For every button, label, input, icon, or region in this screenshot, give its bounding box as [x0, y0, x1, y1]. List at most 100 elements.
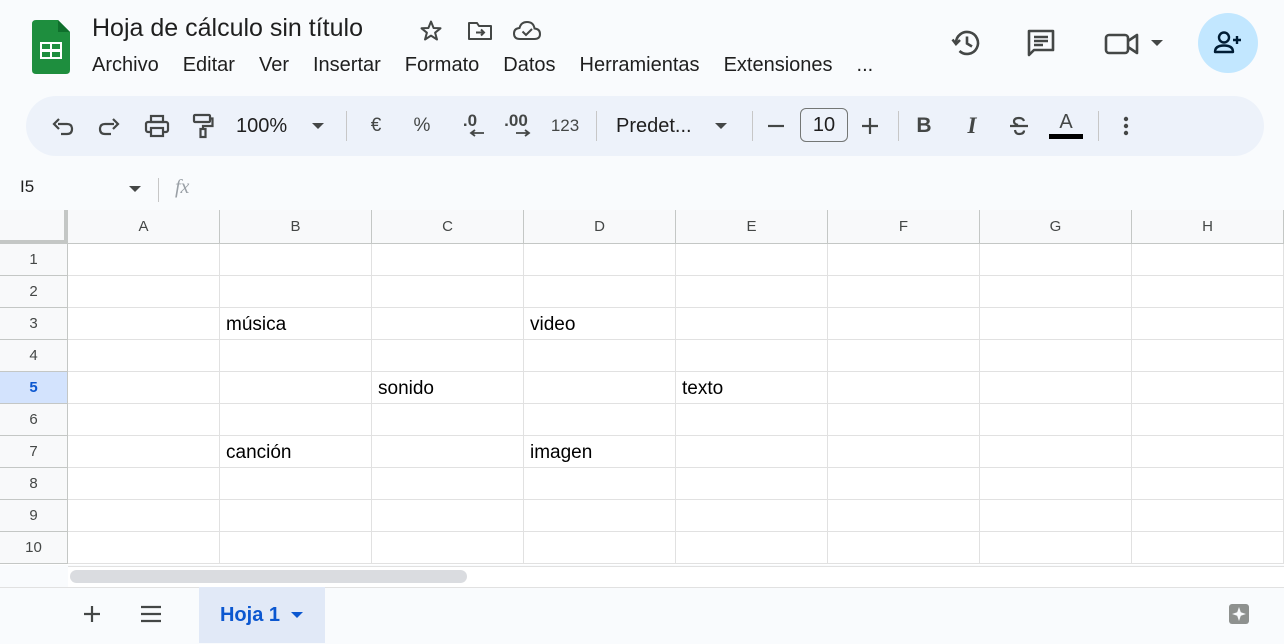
cell-e9[interactable] — [676, 500, 828, 532]
cell-b7[interactable]: canción — [220, 436, 372, 468]
font-size-input[interactable]: 10 — [800, 108, 848, 142]
cell-f8[interactable] — [828, 468, 980, 500]
menu-ver[interactable]: Ver — [259, 54, 289, 80]
cell-e2[interactable] — [676, 276, 828, 308]
cell-b9[interactable] — [220, 500, 372, 532]
cell-d1[interactable] — [524, 244, 676, 276]
menu-more[interactable]: ... — [857, 54, 874, 80]
cell-b6[interactable] — [220, 404, 372, 436]
cell-g8[interactable] — [980, 468, 1132, 500]
cell-c2[interactable] — [372, 276, 524, 308]
increase-decimal-button[interactable]: .00 — [498, 96, 534, 156]
cell-g2[interactable] — [980, 276, 1132, 308]
column-header-d[interactable]: D — [524, 210, 676, 244]
cell-e4[interactable] — [676, 340, 828, 372]
cell-f2[interactable] — [828, 276, 980, 308]
cell-d6[interactable] — [524, 404, 676, 436]
cell-b2[interactable] — [220, 276, 372, 308]
cell-d7[interactable]: imagen — [524, 436, 676, 468]
menu-herramientas[interactable]: Herramientas — [580, 54, 700, 80]
column-header-a[interactable]: A — [68, 210, 220, 244]
star-icon[interactable] — [418, 18, 444, 44]
row-header-8[interactable]: 8 — [0, 468, 68, 500]
cell-d3[interactable]: video — [524, 308, 676, 340]
strikethrough-icon[interactable] — [1004, 96, 1034, 156]
cell-g9[interactable] — [980, 500, 1132, 532]
column-header-h[interactable]: H — [1132, 210, 1284, 244]
cell-e5[interactable]: texto — [676, 372, 828, 404]
cell-c7[interactable] — [372, 436, 524, 468]
font-size-decrease-button[interactable] — [762, 96, 790, 156]
decrease-decimal-button[interactable]: .0 — [452, 96, 488, 156]
redo-icon[interactable] — [94, 96, 124, 156]
name-box-dropdown-icon[interactable] — [128, 184, 142, 194]
row-header-4[interactable]: 4 — [0, 340, 68, 372]
cell-a10[interactable] — [68, 532, 220, 564]
print-icon[interactable] — [142, 96, 172, 156]
cell-b4[interactable] — [220, 340, 372, 372]
currency-format-button[interactable]: € — [362, 96, 390, 156]
row-header-9[interactable]: 9 — [0, 500, 68, 532]
zoom-select[interactable]: 100% — [236, 96, 336, 156]
italic-button[interactable]: I — [958, 96, 986, 156]
cell-f7[interactable] — [828, 436, 980, 468]
column-header-b[interactable]: B — [220, 210, 372, 244]
select-all-corner[interactable] — [0, 210, 68, 244]
more-formats-button[interactable]: 123 — [546, 96, 584, 156]
cell-h3[interactable] — [1132, 308, 1284, 340]
name-box[interactable]: I5 — [20, 177, 34, 197]
font-size-increase-button[interactable] — [856, 96, 884, 156]
menu-extensiones[interactable]: Extensiones — [724, 54, 833, 80]
bold-button[interactable]: B — [910, 96, 938, 156]
row-header-6[interactable]: 6 — [0, 404, 68, 436]
cell-h4[interactable] — [1132, 340, 1284, 372]
cell-c8[interactable] — [372, 468, 524, 500]
cell-h6[interactable] — [1132, 404, 1284, 436]
cell-f4[interactable] — [828, 340, 980, 372]
meet-video-icon[interactable] — [1102, 28, 1142, 60]
cell-h8[interactable] — [1132, 468, 1284, 500]
cell-d9[interactable] — [524, 500, 676, 532]
cell-d2[interactable] — [524, 276, 676, 308]
all-sheets-menu-icon[interactable] — [138, 602, 164, 626]
paint-format-icon[interactable] — [188, 96, 218, 156]
explore-icon[interactable] — [1226, 601, 1252, 627]
cell-e1[interactable] — [676, 244, 828, 276]
cell-f5[interactable] — [828, 372, 980, 404]
document-title[interactable]: Hoja de cálculo sin título — [92, 14, 363, 43]
font-select[interactable]: Predet... — [616, 96, 734, 156]
cell-g7[interactable] — [980, 436, 1132, 468]
cell-f10[interactable] — [828, 532, 980, 564]
cell-f3[interactable] — [828, 308, 980, 340]
menu-insertar[interactable]: Insertar — [313, 54, 381, 80]
move-folder-icon[interactable] — [466, 18, 494, 44]
cell-e3[interactable] — [676, 308, 828, 340]
more-vert-icon[interactable] — [1114, 96, 1138, 156]
cell-h5[interactable] — [1132, 372, 1284, 404]
row-header-3[interactable]: 3 — [0, 308, 68, 340]
cell-c4[interactable] — [372, 340, 524, 372]
cell-f9[interactable] — [828, 500, 980, 532]
undo-icon[interactable] — [48, 96, 78, 156]
cell-c6[interactable] — [372, 404, 524, 436]
column-header-g[interactable]: G — [980, 210, 1132, 244]
cell-b1[interactable] — [220, 244, 372, 276]
cell-g10[interactable] — [980, 532, 1132, 564]
version-history-icon[interactable] — [948, 24, 986, 62]
cell-h9[interactable] — [1132, 500, 1284, 532]
cell-b8[interactable] — [220, 468, 372, 500]
cell-a4[interactable] — [68, 340, 220, 372]
cell-a1[interactable] — [68, 244, 220, 276]
cell-c5[interactable]: sonido — [372, 372, 524, 404]
menu-archivo[interactable]: Archivo — [92, 54, 159, 80]
cell-c1[interactable] — [372, 244, 524, 276]
cell-d10[interactable] — [524, 532, 676, 564]
cell-h10[interactable] — [1132, 532, 1284, 564]
row-header-10[interactable]: 10 — [0, 532, 68, 564]
sheet-tab-hoja-1[interactable]: Hoja 1 — [199, 587, 325, 643]
cell-g3[interactable] — [980, 308, 1132, 340]
sheets-logo-icon[interactable] — [32, 20, 70, 74]
add-sheet-icon[interactable] — [80, 602, 104, 626]
cell-h1[interactable] — [1132, 244, 1284, 276]
comments-icon[interactable] — [1022, 24, 1060, 62]
